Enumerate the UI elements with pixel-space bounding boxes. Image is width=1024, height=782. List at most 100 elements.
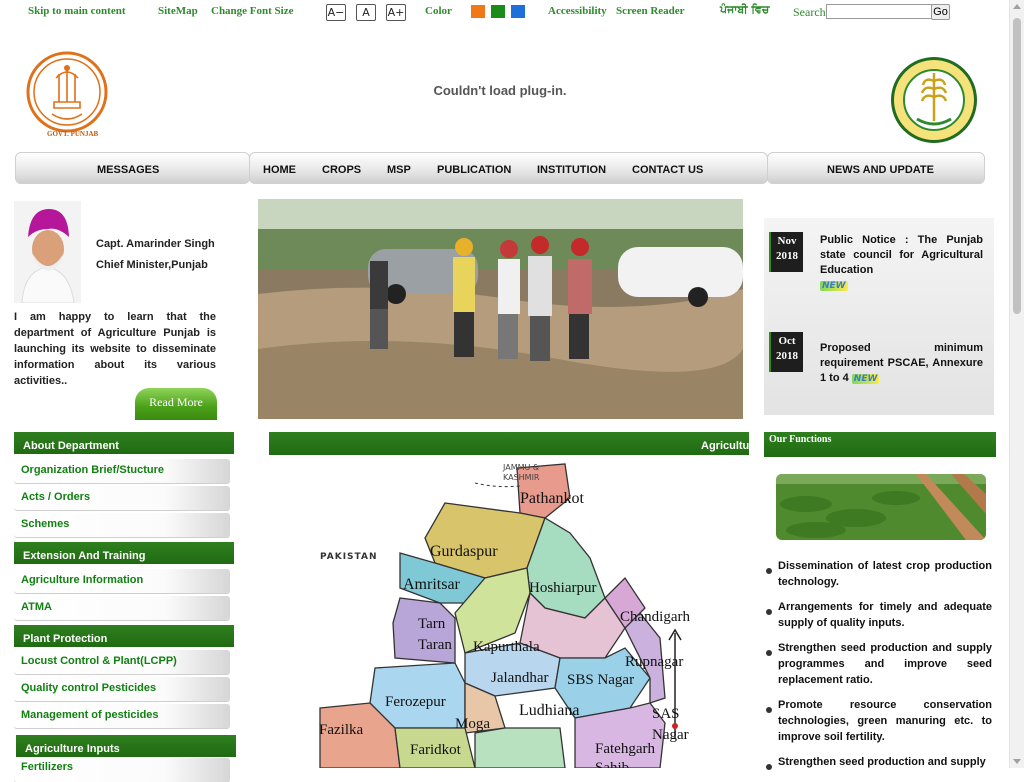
scroll-up-arrow-icon[interactable] bbox=[1013, 4, 1021, 9]
map-label-ludhiana: Ludhiana bbox=[519, 702, 579, 719]
map-label-jammu: JAMMU & bbox=[502, 463, 539, 472]
menu-item-label: Acts / Orders bbox=[21, 491, 91, 503]
messages-tab[interactable]: MESSAGES bbox=[15, 152, 250, 184]
plugin-error-message: Couldn't load plug-in. bbox=[433, 83, 567, 98]
bullet-icon bbox=[766, 764, 772, 770]
map-label-faridkot: Faridkot bbox=[410, 742, 462, 758]
map-label-chandigarh: Chandigarh bbox=[620, 609, 690, 625]
map-label-kapurthala: Kapurthala bbox=[473, 639, 540, 655]
menu-management-of-pesticides[interactable]: Management of pesticides bbox=[14, 704, 230, 728]
punjab-district-map[interactable]: JAMMU & KASHMIR PAKISTAN Pathankot Gurda… bbox=[305, 458, 725, 768]
change-font-size-label: Change Font Size bbox=[211, 5, 294, 17]
news-month: Oct bbox=[778, 335, 796, 347]
nav-publication[interactable]: PUBLICATION bbox=[437, 164, 511, 176]
function-text: Strengthen seed production and supply pr… bbox=[778, 642, 992, 686]
punjab-government-logo[interactable]: GOVT. PUNJAB bbox=[26, 44, 108, 144]
menu-agriculture-information[interactable]: Agriculture Information bbox=[14, 569, 230, 593]
menu-fertilizers[interactable]: Fertilizers bbox=[14, 758, 230, 782]
bullet-icon bbox=[766, 650, 772, 656]
menu-item-label: Schemes bbox=[21, 518, 70, 530]
news-item-proposed-requirement[interactable]: Proposed minimum requirement PSCAE, Anne… bbox=[820, 341, 983, 386]
map-label-gurdaspur: Gurdaspur bbox=[430, 543, 498, 560]
section-title: Agriculture Inputs bbox=[25, 743, 120, 755]
news-item-public-notice[interactable]: Public Notice : The Punjab state council… bbox=[820, 233, 983, 293]
nav-contact-us[interactable]: CONTACT US bbox=[632, 164, 703, 176]
map-label-fazilka: Fazilka bbox=[319, 722, 363, 738]
nav-crops[interactable]: CROPS bbox=[322, 164, 361, 176]
color-swatch-orange[interactable] bbox=[471, 5, 485, 18]
menu-atma[interactable]: ATMA bbox=[14, 596, 230, 620]
sitemap-link[interactable]: SiteMap bbox=[158, 5, 198, 17]
news-and-update-tab[interactable]: NEWS AND UPDATE bbox=[767, 152, 985, 184]
color-label: Color bbox=[425, 5, 452, 17]
section-plant-protection: Plant Protection bbox=[14, 625, 234, 647]
our-functions-header: Our Functions bbox=[764, 432, 996, 457]
section-agriculture-inputs: Agriculture Inputs bbox=[16, 735, 236, 757]
menu-locust-control[interactable]: Locust Control & Plant(LCPP) bbox=[14, 650, 230, 674]
bullet-icon bbox=[766, 707, 772, 713]
news-year: 2018 bbox=[776, 350, 798, 362]
section-about-department: About Department bbox=[14, 432, 234, 454]
map-label-sas: SAS bbox=[652, 706, 680, 722]
map-label-sahib: Sahib bbox=[595, 760, 629, 768]
leader-name: Capt. Amarinder Singh bbox=[96, 238, 215, 250]
scrolling-ticker[interactable]: Agricultu bbox=[269, 432, 749, 455]
section-title: Extension And Training bbox=[23, 550, 146, 562]
section-title: Plant Protection bbox=[23, 633, 108, 645]
map-label-tarn: Tarn bbox=[418, 616, 446, 632]
screen-reader-link[interactable]: Screen Reader bbox=[616, 5, 685, 17]
menu-item-label: Organization Brief/Stucture bbox=[21, 464, 165, 476]
nav-menu-bar: HOME CROPS MSP PUBLICATION INSTITUTION C… bbox=[249, 152, 768, 184]
menu-item-label: ATMA bbox=[21, 601, 52, 613]
news-and-update-label: NEWS AND UPDATE bbox=[827, 164, 934, 176]
skip-link[interactable]: Skip to main content bbox=[28, 5, 126, 17]
menu-item-label: Agriculture Information bbox=[21, 574, 144, 586]
new-badge-icon: NEW bbox=[820, 281, 848, 291]
punjabi-language-link[interactable]: ਪੰਜਾਬੀ ਵਿਚ bbox=[720, 3, 769, 17]
news-text: Proposed minimum requirement PSCAE, Anne… bbox=[820, 342, 983, 384]
menu-item-label: Management of pesticides bbox=[21, 709, 159, 721]
map-label-nagar: Nagar bbox=[652, 727, 689, 743]
go-button[interactable]: Go bbox=[931, 4, 950, 20]
function-text: Promote resource conservation technologi… bbox=[778, 699, 992, 743]
color-swatch-blue[interactable] bbox=[511, 5, 525, 18]
leader-title: Chief Minister,Punjab bbox=[96, 259, 208, 271]
color-swatch-green[interactable] bbox=[491, 5, 505, 18]
font-normal-button[interactable]: A bbox=[356, 4, 376, 21]
menu-item-label: Quality control Pesticides bbox=[21, 682, 157, 694]
map-label-moga: Moga bbox=[455, 716, 490, 732]
search-input[interactable] bbox=[826, 4, 932, 19]
font-increase-button[interactable]: A+ bbox=[386, 4, 406, 21]
nav-msp[interactable]: MSP bbox=[387, 164, 411, 176]
vertical-scrollbar[interactable] bbox=[1009, 0, 1024, 768]
menu-item-label: Locust Control & Plant(LCPP) bbox=[21, 655, 177, 667]
map-label-amritsar: Amritsar bbox=[403, 576, 461, 593]
function-text: Dissemination of latest crop production … bbox=[778, 560, 992, 588]
ticker-text: Agricultu bbox=[701, 440, 749, 452]
scroll-down-arrow-icon[interactable] bbox=[1013, 759, 1021, 764]
read-more-button[interactable]: Read More bbox=[135, 388, 217, 420]
agriculture-department-logo[interactable]: DEPARTMENT OF AGRICULTURE AND FARMERS WE… bbox=[889, 55, 979, 145]
banner-photo bbox=[258, 199, 743, 419]
bullet-icon bbox=[766, 568, 772, 574]
main-navigation: MESSAGES HOME CROPS MSP PUBLICATION INST… bbox=[15, 152, 985, 184]
menu-acts-orders[interactable]: Acts / Orders bbox=[14, 486, 230, 510]
news-date-badge: Oct 2018 bbox=[769, 332, 803, 372]
nav-home[interactable]: HOME bbox=[263, 164, 296, 176]
menu-organization-brief[interactable]: Organization Brief/Stucture bbox=[14, 459, 230, 483]
menu-schemes[interactable]: Schemes bbox=[14, 513, 230, 537]
new-badge-icon: NEW bbox=[851, 374, 880, 384]
section-extension-training: Extension And Training bbox=[14, 542, 234, 564]
font-decrease-button[interactable]: A− bbox=[326, 4, 346, 21]
menu-quality-control-pesticides[interactable]: Quality control Pesticides bbox=[14, 677, 230, 701]
news-text: Public Notice : The Punjab state council… bbox=[820, 234, 983, 276]
nav-institution[interactable]: INSTITUTION bbox=[537, 164, 606, 176]
chief-minister-photo bbox=[14, 201, 81, 303]
map-label-sbs-nagar: SBS Nagar bbox=[567, 672, 634, 688]
scroll-thumb[interactable] bbox=[1013, 18, 1021, 314]
map-label-pathankot: Pathankot bbox=[520, 490, 585, 507]
accessibility-link[interactable]: Accessibility bbox=[548, 5, 607, 17]
menu-item-label: Fertilizers bbox=[21, 761, 73, 773]
map-label-ferozepur: Ferozepur bbox=[385, 694, 446, 710]
map-label-taran: Taran bbox=[418, 637, 452, 653]
